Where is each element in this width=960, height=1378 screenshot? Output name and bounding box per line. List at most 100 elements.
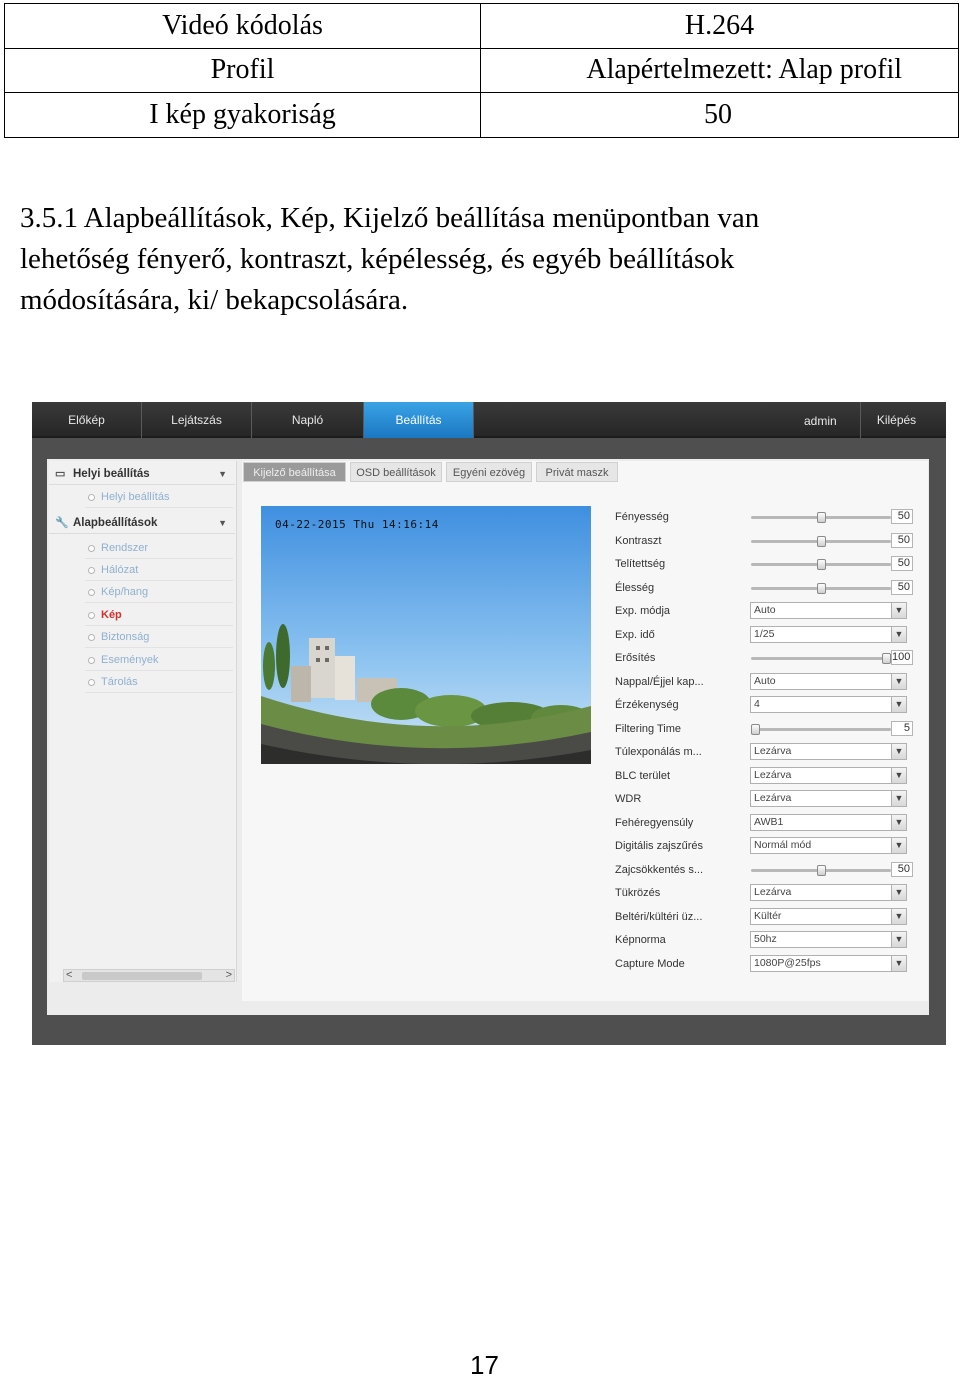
chevron-down-icon[interactable]: ▼: [891, 932, 906, 947]
sidebar-item-video-audio[interactable]: Kép/hang: [85, 581, 233, 603]
scroll-right-icon[interactable]: >: [226, 969, 232, 982]
setting-label: Élesség: [615, 581, 655, 594]
table-cell-value: H.264: [480, 3, 959, 49]
setting-row: Digitális zajszűrés Normál mód ▼: [615, 836, 915, 856]
tab-log[interactable]: Napló: [252, 402, 364, 438]
paragraph-line: lehetőség fényerő, kontraszt, képélesség…: [20, 243, 735, 275]
setting-slider[interactable]: [751, 864, 891, 876]
scrollbar-thumb[interactable]: [82, 972, 202, 980]
table-cell-label: Videó kódolás: [4, 3, 481, 49]
sidebar-scrollbar[interactable]: < >: [63, 969, 235, 982]
chevron-down-icon[interactable]: ▼: [891, 767, 906, 783]
paragraph-line: 3.5.1 Alapbeállítások, Kép, Kijelző beál…: [20, 202, 760, 234]
slider-handle[interactable]: [816, 512, 826, 523]
setting-value-field[interactable]: 5: [891, 720, 913, 736]
sidebar-item-events[interactable]: Események: [85, 649, 233, 671]
setting-slider[interactable]: [751, 512, 891, 523]
tab-custom-region[interactable]: Egyéni ezövég: [446, 462, 532, 482]
setting-label: Telítettség: [615, 558, 666, 570]
chevron-down-icon[interactable]: ▼: [891, 697, 906, 712]
chevron-down-icon[interactable]: ▼: [891, 838, 906, 853]
setting-select[interactable]: Kültér ▼: [750, 907, 907, 925]
setting-value-field[interactable]: 50: [891, 509, 913, 524]
chevron-down-icon[interactable]: ▼: [891, 603, 906, 618]
setting-label: Nappal/Éjjel kap...: [615, 675, 704, 688]
monitor-icon: ▭: [55, 468, 66, 480]
setting-slider[interactable]: [751, 723, 891, 735]
chevron-down-icon[interactable]: ▼: [891, 955, 906, 971]
tab-playback[interactable]: Lejátszás: [142, 402, 252, 438]
tab-settings[interactable]: Beállítás: [364, 402, 474, 438]
sidebar-item-system[interactable]: Rendszer: [85, 537, 233, 559]
sidebar-item-network[interactable]: Hálózat: [85, 559, 233, 581]
sidebar-item-security[interactable]: Biztonság: [85, 626, 233, 648]
slider-handle[interactable]: [816, 559, 826, 570]
chevron-down-icon[interactable]: ▼: [891, 885, 906, 900]
logout-button[interactable]: Kilépés: [860, 402, 932, 438]
chevron-down-icon[interactable]: ▼: [891, 814, 906, 830]
chevron-down-icon[interactable]: ▼: [891, 744, 906, 759]
setting-select[interactable]: 4 ▼: [750, 696, 907, 713]
setting-select[interactable]: Auto ▼: [750, 672, 907, 690]
slider-handle[interactable]: [751, 723, 760, 735]
setting-select[interactable]: Auto ▼: [750, 602, 907, 619]
slider-handle[interactable]: [816, 864, 826, 876]
slider-handle[interactable]: [816, 582, 826, 594]
setting-value-field[interactable]: 50: [891, 861, 913, 877]
tab-privacy-mask[interactable]: Privát maszk: [536, 462, 618, 482]
setting-row: WDR Lezárva ▼: [615, 789, 915, 809]
chevron-down-icon[interactable]: ▼: [891, 791, 906, 806]
settings-sidebar: ▭ Helyi beállítás ▼ Helyi beállítás 🔧 Al…: [49, 461, 237, 982]
setting-label: Zajcsökkentés s...: [615, 863, 704, 876]
table-row: I kép gyakoriság 50: [4, 92, 959, 138]
bullet-icon: [88, 567, 95, 574]
setting-row: Fehéregyensúly AWB1 ▼: [615, 813, 915, 833]
slider-handle[interactable]: [816, 535, 826, 547]
table-cell-label: I kép gyakoriság: [4, 92, 481, 138]
setting-slider[interactable]: [751, 559, 891, 570]
setting-select[interactable]: Lezárva ▼: [750, 790, 907, 807]
chevron-down-icon[interactable]: ▼: [891, 626, 906, 642]
setting-select-value: Lezárva: [754, 745, 792, 757]
setting-select[interactable]: AWB1 ▼: [750, 813, 907, 831]
setting-select[interactable]: 50hz ▼: [750, 931, 907, 948]
setting-select[interactable]: Lezárva ▼: [750, 884, 907, 901]
tab-preview[interactable]: Előkép: [32, 402, 142, 438]
setting-value-field[interactable]: 50: [891, 579, 913, 595]
setting-label: Képnorma: [615, 934, 666, 946]
setting-select-value: Normál mód: [754, 839, 812, 851]
slider-handle[interactable]: [882, 653, 891, 664]
sidebar-section-local[interactable]: ▭ Helyi beállítás ▼: [49, 463, 235, 485]
preview-scene: [261, 506, 591, 764]
tab-display-settings[interactable]: Kijelző beállítása: [243, 462, 346, 482]
sidebar-item-label: Kép: [101, 609, 122, 621]
scroll-left-icon[interactable]: <: [66, 969, 72, 982]
setting-select[interactable]: 1/25 ▼: [750, 625, 907, 643]
setting-select-value: Lezárva: [754, 768, 792, 781]
wrench-icon: 🔧: [55, 517, 69, 529]
setting-value-field[interactable]: 50: [891, 556, 913, 571]
setting-slider[interactable]: [751, 535, 891, 547]
setting-select-value: Lezárva: [754, 886, 792, 898]
setting-row: Zajcsökkentés s... 50: [615, 860, 915, 880]
sidebar-item-image[interactable]: Kép: [85, 604, 233, 626]
setting-slider[interactable]: [751, 653, 891, 664]
setting-label: Digitális zajszűrés: [615, 840, 704, 852]
setting-select[interactable]: Normál mód ▼: [750, 837, 907, 854]
sidebar-item-storage[interactable]: Tárolás: [85, 671, 233, 693]
sidebar-item-label: Tárolás: [101, 676, 138, 688]
bullet-icon: [88, 657, 95, 664]
setting-value-field[interactable]: 100: [891, 650, 913, 665]
chevron-down-icon[interactable]: ▼: [891, 908, 906, 924]
setting-select[interactable]: 1080P@25fps ▼: [750, 954, 907, 972]
setting-select[interactable]: Lezárva ▼: [750, 766, 907, 784]
setting-slider[interactable]: [751, 582, 891, 594]
sidebar-item-local-settings[interactable]: Helyi beállítás: [85, 486, 233, 508]
sidebar-section-basic[interactable]: 🔧 Alapbeállítások ▼: [49, 512, 235, 534]
setting-label: Erősítés: [615, 652, 656, 664]
setting-value-field[interactable]: 50: [891, 532, 913, 548]
preview-timestamp: 04-22-2015 Thu 14:16:14: [275, 518, 439, 531]
chevron-down-icon[interactable]: ▼: [891, 673, 906, 689]
setting-select[interactable]: Lezárva ▼: [750, 743, 907, 760]
tab-osd-settings[interactable]: OSD beállítások: [350, 462, 442, 482]
